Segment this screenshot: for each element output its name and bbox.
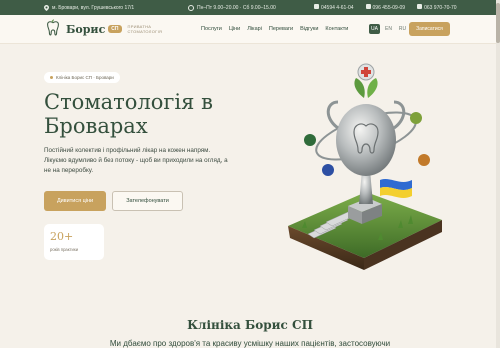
phone-link-2[interactable]: 096 455-09-09	[365, 4, 405, 11]
nav-item-prices[interactable]: Ціни	[229, 26, 240, 32]
scrollbar-thumb[interactable]	[496, 3, 500, 43]
call-button[interactable]: Зателефонувати	[112, 191, 183, 211]
blue-orb	[322, 164, 334, 176]
phone-list: 04594 4-61-04 096 455-09-09 063 970-70-7…	[310, 4, 457, 11]
trophy-handle-left	[326, 100, 339, 130]
phone-icon	[314, 4, 319, 9]
section-title: Клініка Борис СП	[187, 318, 313, 332]
trophy-bowl	[336, 104, 396, 176]
nav-item-advantages[interactable]: Переваги	[269, 26, 293, 32]
nav-menu: Послуги Ціни Лікарі Переваги Відгуки Кон…	[201, 26, 348, 32]
phone-icon	[365, 4, 371, 9]
nav-item-services[interactable]: Послуги	[201, 26, 222, 32]
stat-label: років практики	[50, 247, 79, 252]
leaf-left-icon	[354, 78, 365, 98]
brand-name: Борис	[66, 22, 106, 36]
address[interactable]: м. Бровари, вул. Грушевського 17/1	[44, 4, 135, 11]
lang-ru[interactable]: RU	[397, 24, 408, 34]
brand-subtitle-line2: СТОМАТОЛОГІЯ	[127, 29, 163, 34]
green-orb	[304, 134, 316, 146]
medical-cross-icon	[357, 63, 375, 81]
clock-icon	[188, 4, 194, 11]
section-intro: Ми дбаємо про здоров'я та красиву усмішк…	[109, 339, 391, 348]
phone-link-3[interactable]: 063 970-70-70	[417, 4, 457, 11]
location-pin-icon	[44, 4, 49, 11]
nav-item-contacts[interactable]: Контакти	[325, 26, 348, 32]
trophy-handle-right	[393, 100, 406, 130]
page-title: Стоматологія в Броварах	[44, 90, 284, 138]
leaf-right-icon	[367, 78, 378, 98]
lime-orb	[410, 112, 422, 124]
page-title-line2: Броварах	[44, 114, 148, 138]
main-navbar: Борис СП ПРИВАТНА СТОМАТОЛОГІЯ Послуги Ц…	[0, 15, 500, 44]
tooth-trophy-illustration	[288, 63, 442, 270]
phone-link-1[interactable]: 04594 4-61-04	[314, 4, 354, 11]
signup-button[interactable]: Записатися	[409, 22, 450, 36]
hours-text: Пн–Пт 9.00–20.00 · Сб 9.00–15.00	[197, 4, 276, 11]
working-hours: Пн–Пт 9.00–20.00 · Сб 9.00–15.00	[188, 4, 276, 11]
phone-icon	[417, 4, 423, 9]
brand-badge: СП	[108, 25, 122, 33]
language-switcher: UA EN RU	[369, 24, 408, 34]
stat-value: 20+	[50, 230, 74, 243]
page-title-line1: Стоматологія в	[44, 90, 213, 114]
nav-item-reviews[interactable]: Відгуки	[300, 26, 318, 32]
nav-item-doctors[interactable]: Лікарі	[247, 26, 262, 32]
lang-ua[interactable]: UA	[369, 24, 380, 34]
logo[interactable]: Борис СП ПРИВАТНА СТОМАТОЛОГІЯ	[44, 19, 162, 39]
hero-tag: Клініка Борис СП · Бровари	[44, 72, 120, 83]
address-text: м. Бровари, вул. Грушевського 17/1	[52, 4, 135, 11]
hero-description: Постійний колектив і профільний лікар на…	[44, 147, 228, 174]
orange-orb	[418, 154, 430, 166]
hero-tag-text: Клініка Борис СП · Бровари	[56, 75, 114, 80]
lang-en[interactable]: EN	[383, 24, 394, 34]
experience-stat-card: 20+ років практики	[44, 224, 104, 260]
tooth-leaf-logo-icon	[47, 19, 59, 36]
brand-subtitle: ПРИВАТНА СТОМАТОЛОГІЯ	[128, 24, 163, 34]
top-info-bar: м. Бровари, вул. Грушевського 17/1 Пн–Пт…	[0, 0, 500, 15]
page-scrollbar[interactable]	[496, 0, 500, 348]
dot-icon	[50, 76, 53, 79]
view-prices-button[interactable]: Дивитися ціни	[44, 191, 106, 211]
